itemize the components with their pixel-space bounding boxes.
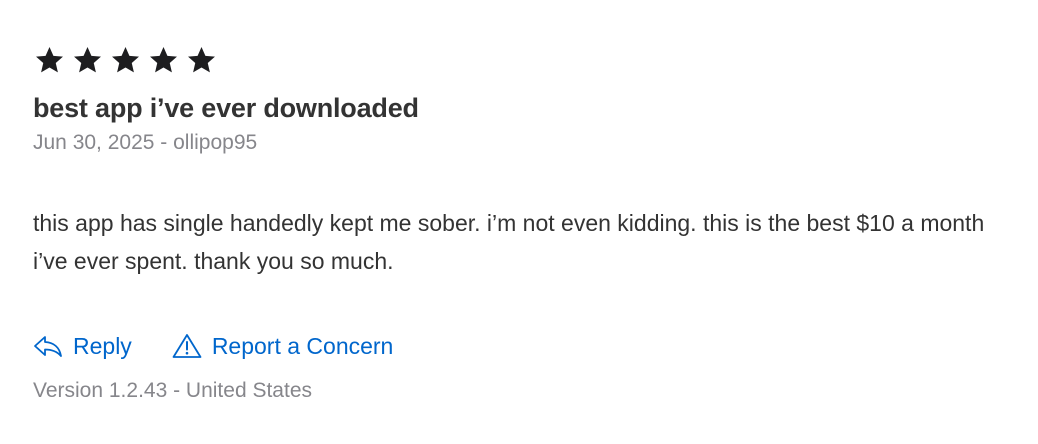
- reply-arrow-icon: [33, 334, 63, 358]
- star-icon: [185, 44, 218, 77]
- star-icon: [147, 44, 180, 77]
- review-author: ollipop95: [173, 131, 258, 154]
- warning-triangle-icon: [172, 333, 202, 359]
- star-icon: [109, 44, 142, 77]
- star-rating: [33, 40, 1023, 80]
- review-title: best app i’ve ever downloaded: [33, 93, 419, 123]
- review-card: best app i’ve ever downloaded Jun 30, 20…: [33, 40, 1023, 406]
- version-info: Version 1.2.43 - United States: [33, 379, 312, 402]
- review-actions: Reply Report a Concern: [33, 328, 1023, 364]
- report-concern-label: Report a Concern: [211, 333, 394, 359]
- reply-button[interactable]: Reply: [33, 331, 132, 361]
- star-icon: [71, 44, 104, 77]
- reply-label: Reply: [73, 333, 132, 359]
- star-icon: [33, 44, 66, 77]
- review-body: this app has single handedly kept me sob…: [33, 210, 985, 274]
- review-meta: Jun 30, 2025 - ollipop95: [33, 128, 1023, 158]
- report-concern-button[interactable]: Report a Concern: [172, 331, 394, 361]
- review-date: Jun 30, 2025: [33, 131, 155, 154]
- meta-separator: -: [160, 131, 168, 154]
